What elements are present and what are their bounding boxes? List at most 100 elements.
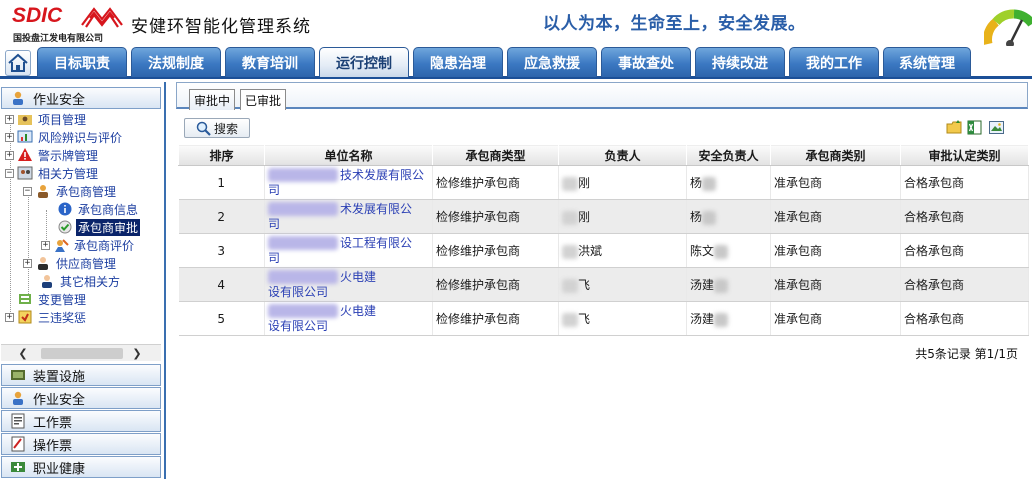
scroll-right-icon[interactable]: ❯ <box>129 346 145 361</box>
cell-contractor-category: 准承包商 <box>770 165 901 200</box>
sidebar-section-label: 装置设施 <box>33 369 86 385</box>
cell-unit-name[interactable]: 技术发展有限公司 <box>264 165 433 200</box>
expand-icon[interactable]: + <box>5 312 14 322</box>
tree-item-contractor-evaluation[interactable]: + 承包商评价 <box>41 236 136 254</box>
tab-training[interactable]: 教育培训 <box>225 47 315 77</box>
collapse-icon[interactable]: − <box>23 186 32 196</box>
column-header-unit-name[interactable]: 单位名称 <box>264 144 433 166</box>
sidebar-horizontal-scrollbar[interactable]: ❮ ❯ <box>1 344 161 361</box>
worker-icon <box>10 390 26 406</box>
cell-unit-name[interactable]: 术发展有限公司 <box>264 199 433 234</box>
scrollbar-thumb[interactable] <box>41 348 123 359</box>
sidebar-section-label: 操作票 <box>33 438 73 454</box>
subtab-pending[interactable]: 审批中 <box>189 89 235 110</box>
ticket-icon <box>10 413 26 429</box>
column-header-order[interactable]: 排序 <box>178 144 265 166</box>
tab-operation-control[interactable]: 运行控制 <box>319 47 409 77</box>
sidebar-section-work-ticket[interactable]: 工作票 <box>1 410 161 432</box>
export-excel-icon[interactable] <box>966 119 983 136</box>
tree-item-violation-rewards[interactable]: + 三违奖惩 <box>5 308 88 326</box>
tab-regulations[interactable]: 法规制度 <box>131 47 221 77</box>
cell-order: 2 <box>178 199 265 234</box>
cell-contractor-type: 检修维护承包商 <box>432 301 559 336</box>
table-row[interactable]: 1 技术发展有限公司检修维护承包商刚杨准承包商 合格承包商 <box>178 165 1029 200</box>
tree-item-related-parties[interactable]: − 相关方管理 <box>5 164 100 182</box>
reward-icon <box>17 309 33 325</box>
expand-icon[interactable]: + <box>5 150 14 160</box>
cell-order: 3 <box>178 233 265 268</box>
open-folder-icon[interactable] <box>946 119 963 136</box>
scroll-left-icon[interactable]: ❮ <box>15 346 31 361</box>
tab-continuous-improvement[interactable]: 持续改进 <box>695 47 785 77</box>
sidebar-section-work-safety-top[interactable]: 作业安全 <box>1 87 161 109</box>
unit-name-line1: 火电建 <box>340 269 377 284</box>
person-icon <box>39 273 55 289</box>
sidebar-section-label: 作业安全 <box>33 392 86 408</box>
tab-hazard-governance[interactable]: 隐患治理 <box>413 47 503 77</box>
owner-name: 刚 <box>578 176 591 190</box>
tree-item-contractor-approval[interactable]: 承包商审批 <box>57 218 141 236</box>
tree-item-contractor-mgmt[interactable]: − 承包商管理 <box>23 182 118 200</box>
expand-icon[interactable]: + <box>41 240 50 250</box>
expand-icon[interactable]: + <box>5 114 14 124</box>
sidebar-section-work-safety[interactable]: 作业安全 <box>1 387 161 409</box>
edit-ticket-icon <box>10 436 26 452</box>
tree-item-change-mgmt[interactable]: 变更管理 <box>5 290 88 308</box>
tree-item-warning-signs[interactable]: + 警示牌管理 <box>5 146 100 164</box>
table-row[interactable]: 3 设工程有限公司检修维护承包商 洪斌 陈文 准承包商 合格承包商 <box>178 233 1029 268</box>
sidebar-section-occupational-health[interactable]: 职业健康 <box>1 456 161 478</box>
expand-icon[interactable]: + <box>5 132 14 142</box>
collapse-icon[interactable]: − <box>5 168 14 178</box>
app-title: 安健环智能化管理系统 <box>131 17 311 37</box>
image-icon[interactable] <box>988 119 1005 136</box>
cell-safety-owner: 汤建 <box>686 267 771 302</box>
redacted-blur <box>268 202 338 216</box>
unit-name-line2: 司 <box>268 216 281 231</box>
tree-item-risk-assessment[interactable]: + 风险辨识与评价 <box>5 128 124 146</box>
redacted-blur <box>562 312 578 327</box>
cell-unit-name[interactable]: 火电建 设有限公司 <box>264 301 433 336</box>
subtab-approved[interactable]: 已审批 <box>240 89 286 110</box>
redacted-blur <box>562 278 578 293</box>
pagination-info: 共5条记录 第1/1页 <box>915 347 1018 361</box>
tree-item-supplier-mgmt[interactable]: + 供应商管理 <box>23 254 118 272</box>
expand-icon[interactable]: + <box>23 258 32 268</box>
cell-unit-name[interactable]: 火电建 设有限公司 <box>264 267 433 302</box>
company-logo: SDIC 国投盘江发电有限公司 <box>12 4 124 44</box>
column-header-approval-category[interactable]: 审批认定类别 <box>900 144 1029 166</box>
home-button[interactable] <box>5 50 31 76</box>
cell-owner: 飞 <box>558 301 687 336</box>
column-header-contractor-type[interactable]: 承包商类型 <box>432 144 559 166</box>
owner-name: 飞 <box>578 278 591 292</box>
column-header-contractor-category[interactable]: 承包商类别 <box>770 144 901 166</box>
column-header-safety-owner[interactable]: 安全负责人 <box>686 144 771 166</box>
sidebar-section-label: 工作票 <box>33 415 73 431</box>
owner-name: 刚 <box>578 210 591 224</box>
table-row[interactable]: 2 术发展有限公司检修维护承包商刚杨准承包商 合格承包商 <box>178 199 1029 234</box>
safety-owner-name: 汤建 <box>690 278 715 292</box>
approve-icon <box>57 219 73 235</box>
tree-item-contractor-info[interactable]: 承包商信息 <box>57 200 140 218</box>
search-button[interactable]: 搜索 <box>184 118 250 138</box>
table-row[interactable]: 5 火电建 设有限公司 检修维护承包商飞汤建 准承包商 合格承包商 <box>178 301 1029 336</box>
sidebar-section-operation-ticket[interactable]: 操作票 <box>1 433 161 455</box>
tab-my-work[interactable]: 我的工作 <box>789 47 879 77</box>
table-row[interactable]: 4 火电建 设有限公司 检修维护承包商飞汤建 准承包商 合格承包商 <box>178 267 1029 302</box>
owner-name: 飞 <box>578 312 591 326</box>
cell-safety-owner: 陈文 <box>686 233 771 268</box>
tab-goal-duty[interactable]: 目标职责 <box>37 47 127 77</box>
column-header-owner[interactable]: 负责人 <box>558 144 687 166</box>
cell-approval-category: 合格承包商 <box>900 233 1029 268</box>
sidebar-section-facilities[interactable]: 装置设施 <box>1 364 161 386</box>
tree-item-other-parties[interactable]: 其它相关方 <box>39 272 122 290</box>
unit-name-line1: 设工程有限公 <box>340 235 413 250</box>
owner-name: 洪斌 <box>578 244 603 258</box>
redacted-blur <box>714 244 729 259</box>
cell-owner: 刚 <box>558 199 687 234</box>
tab-system-admin[interactable]: 系统管理 <box>883 47 971 77</box>
tab-accident-investigation[interactable]: 事故查处 <box>601 47 691 77</box>
tab-emergency-rescue[interactable]: 应急救援 <box>507 47 597 77</box>
cell-contractor-type: 检修维护承包商 <box>432 233 559 268</box>
tree-item-project-mgmt[interactable]: + 项目管理 <box>5 110 88 128</box>
cell-unit-name[interactable]: 设工程有限公司 <box>264 233 433 268</box>
